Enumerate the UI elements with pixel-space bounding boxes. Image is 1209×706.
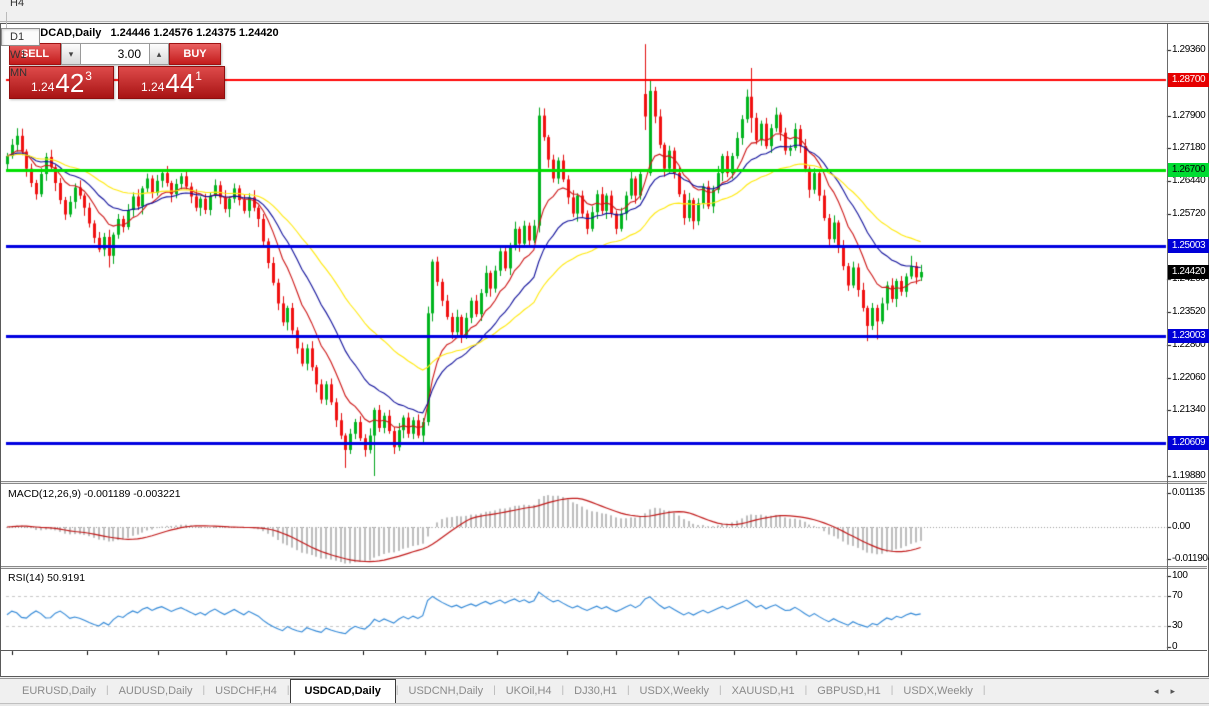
buy-price-display[interactable]: 1.24 44 1 bbox=[118, 66, 225, 99]
timeframe-button-MN[interactable]: MN bbox=[1, 64, 40, 82]
timeframe-button-D1[interactable]: D1 bbox=[1, 28, 40, 46]
rsi-panel-splitter[interactable] bbox=[1, 566, 1207, 569]
chart-tabs: EURUSD,Daily|AUDUSD,Daily|USDCHF,H4|USDC… bbox=[0, 678, 986, 702]
macd-indicator-label: MACD(12,26,9) -0.001189 -0.003221 bbox=[8, 488, 181, 500]
chart-tab-EURUSD-Daily[interactable]: EURUSD,Daily bbox=[12, 681, 106, 702]
timeframe-button-H4[interactable]: H4 bbox=[1, 0, 40, 12]
rsi-indicator-label: RSI(14) 50.9191 bbox=[8, 572, 85, 584]
toolbar-separator bbox=[6, 12, 7, 28]
timeframe-toolbar: 5M30H1H4D1W1MN bbox=[0, 0, 1209, 22]
chart-tab-USDCHF-H4[interactable]: USDCHF,H4 bbox=[205, 681, 287, 702]
candlestick-chart-canvas[interactable] bbox=[0, 0, 1209, 706]
chart-tab-USDCAD-Daily[interactable]: USDCAD,Daily bbox=[290, 679, 396, 703]
chart-tab-DJ30-H1[interactable]: DJ30,H1 bbox=[564, 681, 627, 702]
timeframe-button-row: 5M30H1H4D1W1MN bbox=[0, 0, 41, 82]
tab-scroll-left-icon[interactable]: ◂ bbox=[1154, 686, 1171, 696]
volume-decrease-button[interactable]: ▾ bbox=[61, 43, 81, 65]
volume-increase-button[interactable]: ▴ bbox=[149, 43, 169, 65]
triangle-up-icon: ▴ bbox=[157, 49, 162, 60]
triangle-down-icon: ▾ bbox=[69, 49, 74, 60]
buy-price-point: 1 bbox=[195, 69, 202, 83]
buy-button[interactable]: BUY bbox=[169, 43, 221, 65]
chart-ohlc-values: 1.24446 1.24576 1.24375 1.24420 bbox=[110, 27, 278, 39]
buy-price-pips: 44 bbox=[165, 68, 194, 98]
chart-tab-AUDUSD-Daily[interactable]: AUDUSD,Daily bbox=[109, 681, 203, 702]
tab-separator: | bbox=[983, 685, 986, 696]
chart-tab-UKOil-H4[interactable]: UKOil,H4 bbox=[496, 681, 562, 702]
sell-price-point: 3 bbox=[85, 69, 92, 83]
date-axis-separator bbox=[1, 650, 1207, 651]
chart-tab-USDX-Weekly[interactable]: USDX,Weekly bbox=[630, 681, 719, 702]
buy-price-prefix: 1.24 bbox=[141, 80, 164, 94]
price-axis-separator bbox=[1167, 24, 1168, 651]
sell-price-prefix: 1.24 bbox=[31, 80, 54, 94]
chart-tab-GBPUSD-H1[interactable]: GBPUSD,H1 bbox=[807, 681, 891, 702]
chart-tab-USDCNH-Daily[interactable]: USDCNH,Daily bbox=[399, 681, 494, 702]
application-window: 5M30H1H4D1W1MN ▲ USDCAD,Daily 1.24446 1.… bbox=[0, 0, 1209, 706]
chart-tab-XAUUSD-H1[interactable]: XAUUSD,H1 bbox=[722, 681, 805, 702]
chart-tabs-bar: EURUSD,Daily|AUDUSD,Daily|USDCHF,H4|USDC… bbox=[0, 678, 1209, 702]
chart-tab-USDX-Weekly[interactable]: USDX,Weekly bbox=[893, 681, 982, 702]
sell-price-pips: 42 bbox=[55, 68, 84, 98]
tab-scroll-right-icon[interactable]: ▸ bbox=[1170, 686, 1187, 696]
volume-input[interactable]: 3.00 bbox=[81, 43, 149, 65]
timeframe-button-W1[interactable]: W1 bbox=[1, 46, 40, 64]
macd-panel-splitter[interactable] bbox=[1, 481, 1207, 484]
chart-title: ▲ USDCAD,Daily 1.24446 1.24576 1.24375 1… bbox=[10, 27, 279, 39]
